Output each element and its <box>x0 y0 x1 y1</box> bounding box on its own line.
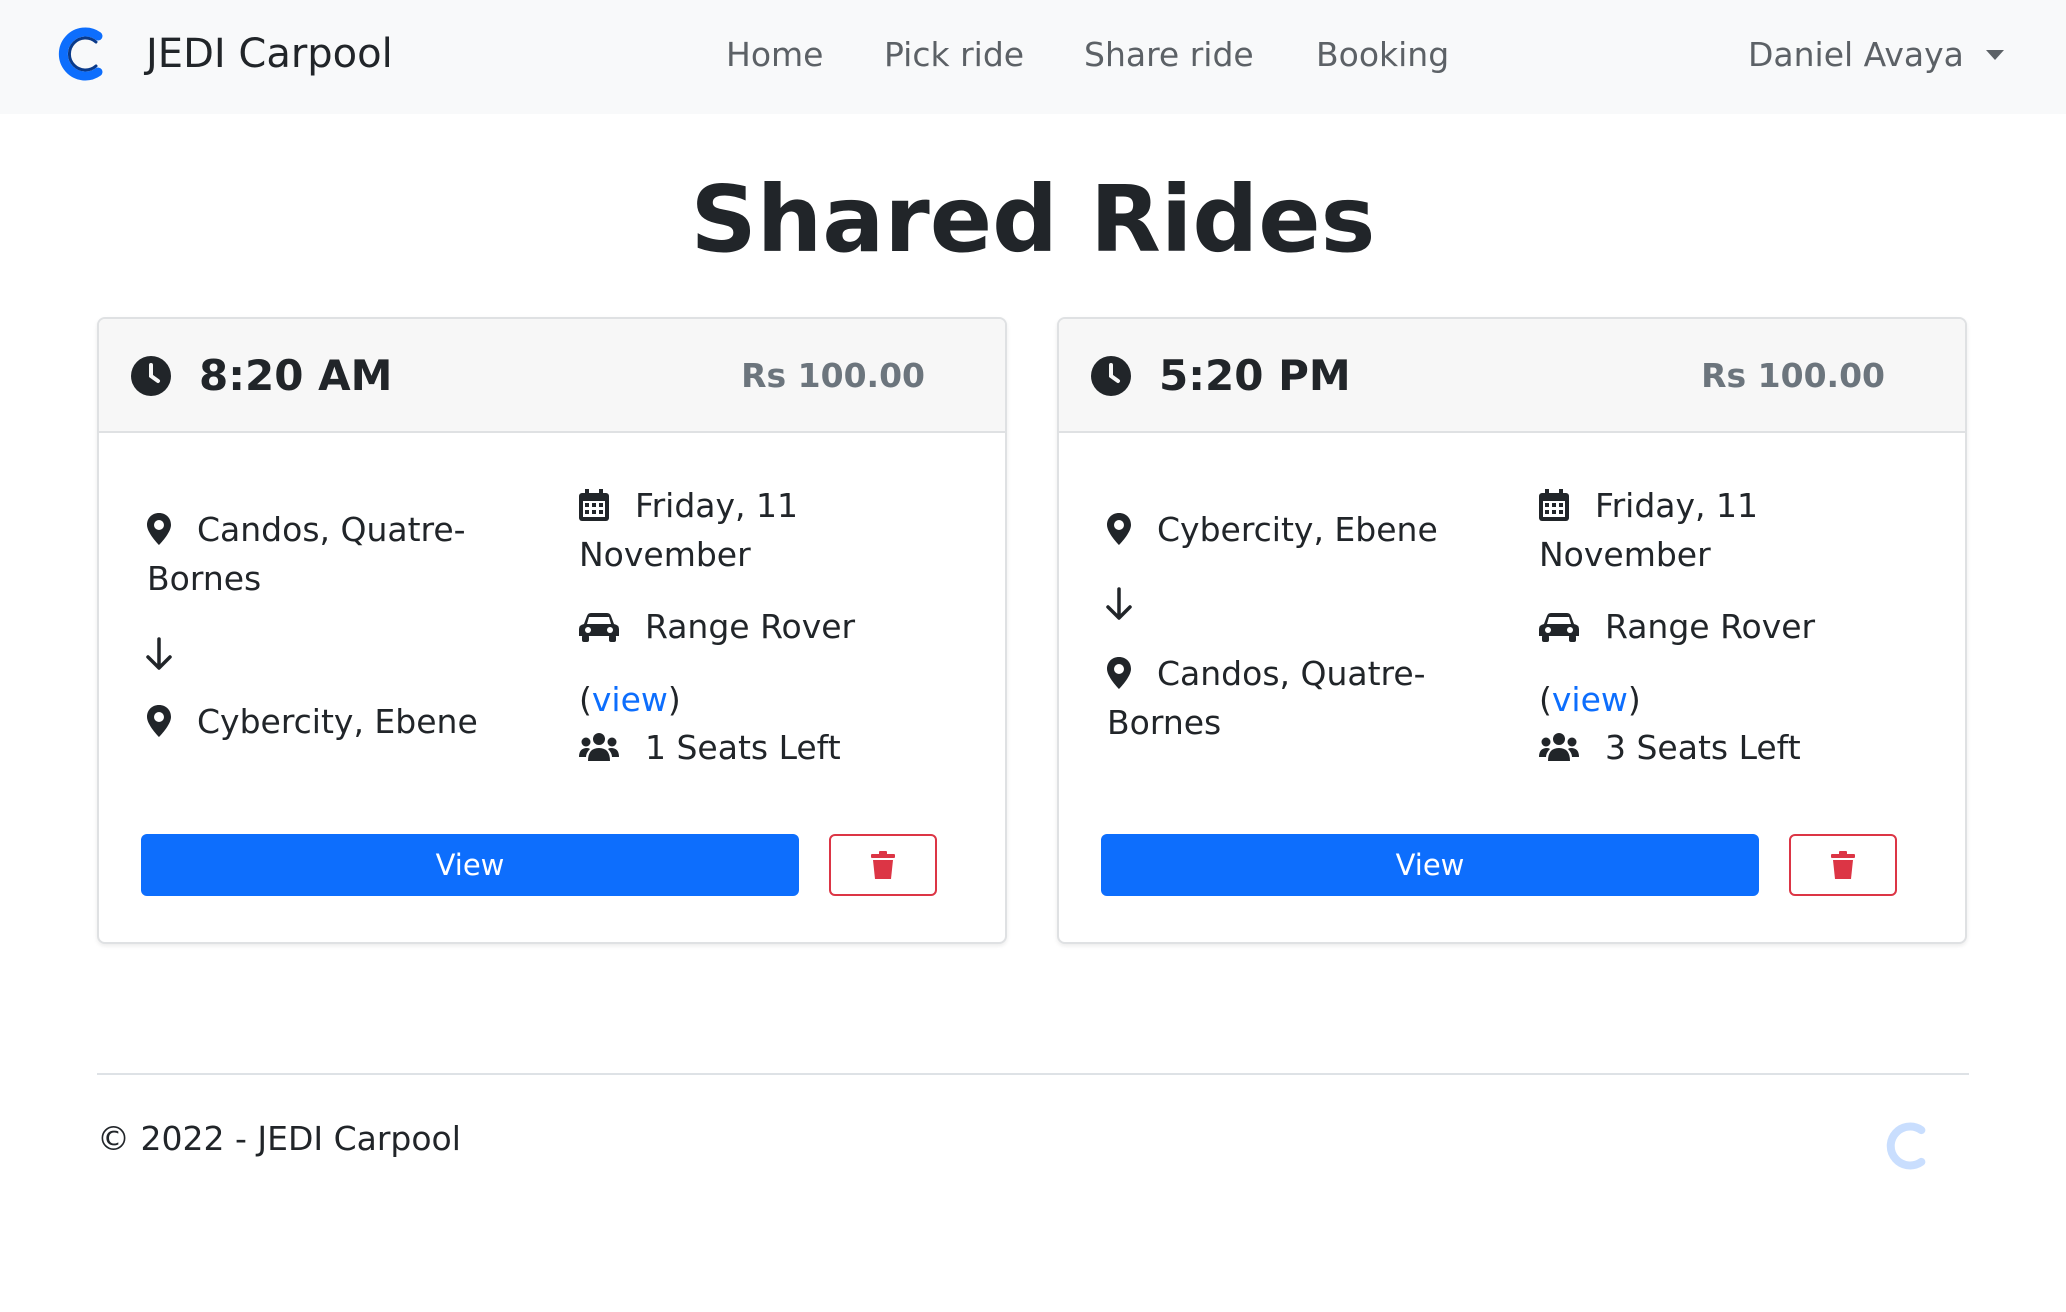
ride-card: 5:20 PM Rs 100.00 Cybercity, Ebene Cando… <box>1057 317 1967 944</box>
nav-link-share-ride[interactable]: Share ride <box>1084 30 1254 80</box>
arrow-down-icon <box>146 637 172 670</box>
logo-icon <box>58 27 103 81</box>
footer-divider <box>97 1073 1969 1075</box>
vehicle-view-line: (view) <box>579 680 681 719</box>
users-icon <box>579 733 619 761</box>
delete-ride-button[interactable] <box>829 834 937 896</box>
page-title: Shared Rides <box>690 166 1376 273</box>
calendar-icon <box>1539 489 1569 521</box>
ride-vehicle: Range Rover <box>579 602 855 651</box>
map-pin-icon <box>1107 513 1131 545</box>
footer-copyright: © 2022 - JEDI Carpool <box>97 1119 461 1158</box>
vehicle-name: Range Rover <box>1605 607 1816 646</box>
chevron-down-icon <box>1985 50 2004 60</box>
origin-line-1: Candos, Quatre- <box>197 510 466 549</box>
trash-icon <box>871 851 895 879</box>
destination-location: Cybercity, Ebene <box>147 697 478 746</box>
ride-time: 8:20 AM <box>199 351 393 400</box>
destination-line-1: Candos, Quatre- <box>1157 654 1426 693</box>
nav-link-pick-ride[interactable]: Pick ride <box>884 30 1024 80</box>
clock-icon <box>1091 356 1131 396</box>
car-icon <box>579 613 619 642</box>
seats-left: 1 Seats Left <box>579 723 841 772</box>
date-line-2: November <box>579 535 751 574</box>
trash-icon <box>1831 851 1855 879</box>
destination-line-2: Bornes <box>1107 703 1222 742</box>
nav-link-home[interactable]: Home <box>726 30 823 80</box>
origin-line-1: Cybercity, Ebene <box>1157 510 1438 549</box>
vehicle-view-link[interactable]: view <box>1552 680 1628 719</box>
card-header: 5:20 PM Rs 100.00 <box>1059 319 1965 433</box>
vehicle-view-link[interactable]: view <box>592 680 668 719</box>
origin-line-2: Bornes <box>147 559 262 598</box>
destination-location: Candos, Quatre- Bornes <box>1107 649 1426 747</box>
delete-ride-button[interactable] <box>1789 834 1897 896</box>
date-line-1: Friday, 11 <box>635 486 798 525</box>
calendar-icon <box>579 489 609 521</box>
brand-name: JEDI Carpool <box>146 31 393 77</box>
vehicle-name: Range Rover <box>645 607 856 646</box>
card-header: 8:20 AM Rs 100.00 <box>99 319 1005 433</box>
map-pin-icon <box>147 705 171 737</box>
ride-date: Friday, 11 November <box>579 481 798 579</box>
origin-location: Candos, Quatre- Bornes <box>147 505 466 603</box>
destination-line-1: Cybercity, Ebene <box>197 702 478 741</box>
map-pin-icon <box>1107 657 1131 689</box>
users-icon <box>1539 733 1579 761</box>
view-ride-button[interactable]: View <box>1101 834 1759 896</box>
ride-card: 8:20 AM Rs 100.00 Candos, Quatre- Bornes … <box>97 317 1007 944</box>
ride-price: Rs 100.00 <box>741 356 925 395</box>
ride-price: Rs 100.00 <box>1701 356 1885 395</box>
ride-date: Friday, 11 November <box>1539 481 1758 579</box>
footer-logo-icon <box>1886 1122 1926 1170</box>
seats-left: 3 Seats Left <box>1539 723 1801 772</box>
map-pin-icon <box>147 513 171 545</box>
arrow-down-icon <box>1106 587 1132 620</box>
date-line-1: Friday, 11 <box>1595 486 1758 525</box>
user-name: Daniel Avaya <box>1748 35 1964 74</box>
seats-left-text: 1 Seats Left <box>645 728 841 767</box>
seats-left-text: 3 Seats Left <box>1605 728 1801 767</box>
user-menu[interactable]: Daniel Avaya <box>1748 30 2004 80</box>
nav-link-booking[interactable]: Booking <box>1316 30 1449 80</box>
clock-icon <box>131 356 171 396</box>
ride-vehicle: Range Rover <box>1539 602 1815 651</box>
vehicle-view-line: (view) <box>1539 680 1641 719</box>
brand[interactable]: JEDI Carpool <box>58 24 393 84</box>
car-icon <box>1539 613 1579 642</box>
navbar: JEDI Carpool Home Pick ride Share ride B… <box>0 0 2066 114</box>
ride-time: 5:20 PM <box>1159 351 1351 400</box>
date-line-2: November <box>1539 535 1711 574</box>
origin-location: Cybercity, Ebene <box>1107 505 1438 554</box>
view-ride-button[interactable]: View <box>141 834 799 896</box>
